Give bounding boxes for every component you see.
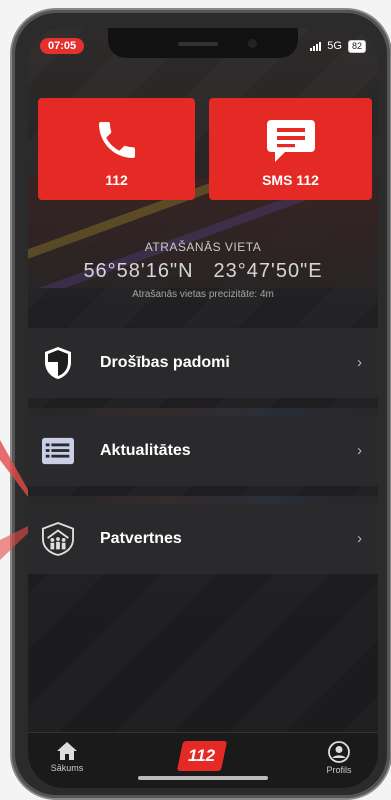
status-bar: 07:05 5G 82 [28, 28, 378, 64]
menu-item-shelters[interactable]: Patvertnes › [28, 504, 378, 574]
message-icon [266, 120, 315, 162]
menu-item-news[interactable]: Aktualitātes › [28, 416, 378, 486]
location-heading: ATRAŠANĀS VIETA [144, 240, 262, 254]
tab-112-label: 112 [188, 746, 216, 765]
location-coordinates: 56°58'16"N 23°47'50"E [28, 260, 378, 283]
news-list-icon [42, 435, 74, 467]
latitude-value: 56°58'16"N [83, 260, 194, 282]
tab-home-label: Sākums [50, 763, 84, 773]
menu-item-safety-tips[interactable]: Drošības padomi › [28, 328, 378, 398]
call-112-button[interactable]: 112 [38, 98, 195, 200]
shield-icon [42, 347, 74, 379]
location-accuracy: Atrašanās vietas precizitāte: 4m [132, 289, 274, 300]
call-label: 112 [105, 172, 128, 188]
tab-profile-label: Profils [326, 765, 352, 775]
home-indicator [138, 776, 268, 780]
chevron-right-icon: › [357, 530, 362, 547]
chevron-right-icon: › [357, 442, 362, 459]
battery-icon: 82 [347, 39, 366, 53]
emergency-actions: 112 SMS 112 [38, 98, 372, 200]
longitude-value: 23°47'50"E [213, 260, 323, 282]
tab-home[interactable]: Sākums [42, 741, 92, 773]
location-panel: ATRAŠANĀS VIETA 56°58'16"N 23°47'50"E At… [28, 240, 378, 300]
chevron-right-icon: › [357, 354, 362, 371]
shelter-icon [42, 521, 74, 556]
sms-label: SMS 112 [262, 172, 319, 188]
tab-112-emergency[interactable]: 112 [176, 741, 228, 771]
menu-label-shelters: Patvertnes [100, 530, 182, 547]
tab-profile[interactable]: Profils [314, 741, 364, 775]
menu-label-safety-tips: Drošības padomi [100, 354, 230, 371]
app-screen: 07:05 5G 82 112 SMS 112 ATRAŠANĀS VIETA … [28, 28, 378, 788]
network-label: 5G [327, 40, 342, 52]
profile-icon [328, 741, 350, 763]
sms-112-button[interactable]: SMS 112 [209, 98, 372, 200]
status-indicators: 5G 82 [310, 39, 366, 53]
home-icon [57, 742, 77, 760]
phone-icon [98, 122, 135, 158]
signal-icon [310, 41, 322, 51]
menu-label-news: Aktualitātes [100, 442, 191, 459]
status-time: 07:05 [40, 38, 85, 54]
